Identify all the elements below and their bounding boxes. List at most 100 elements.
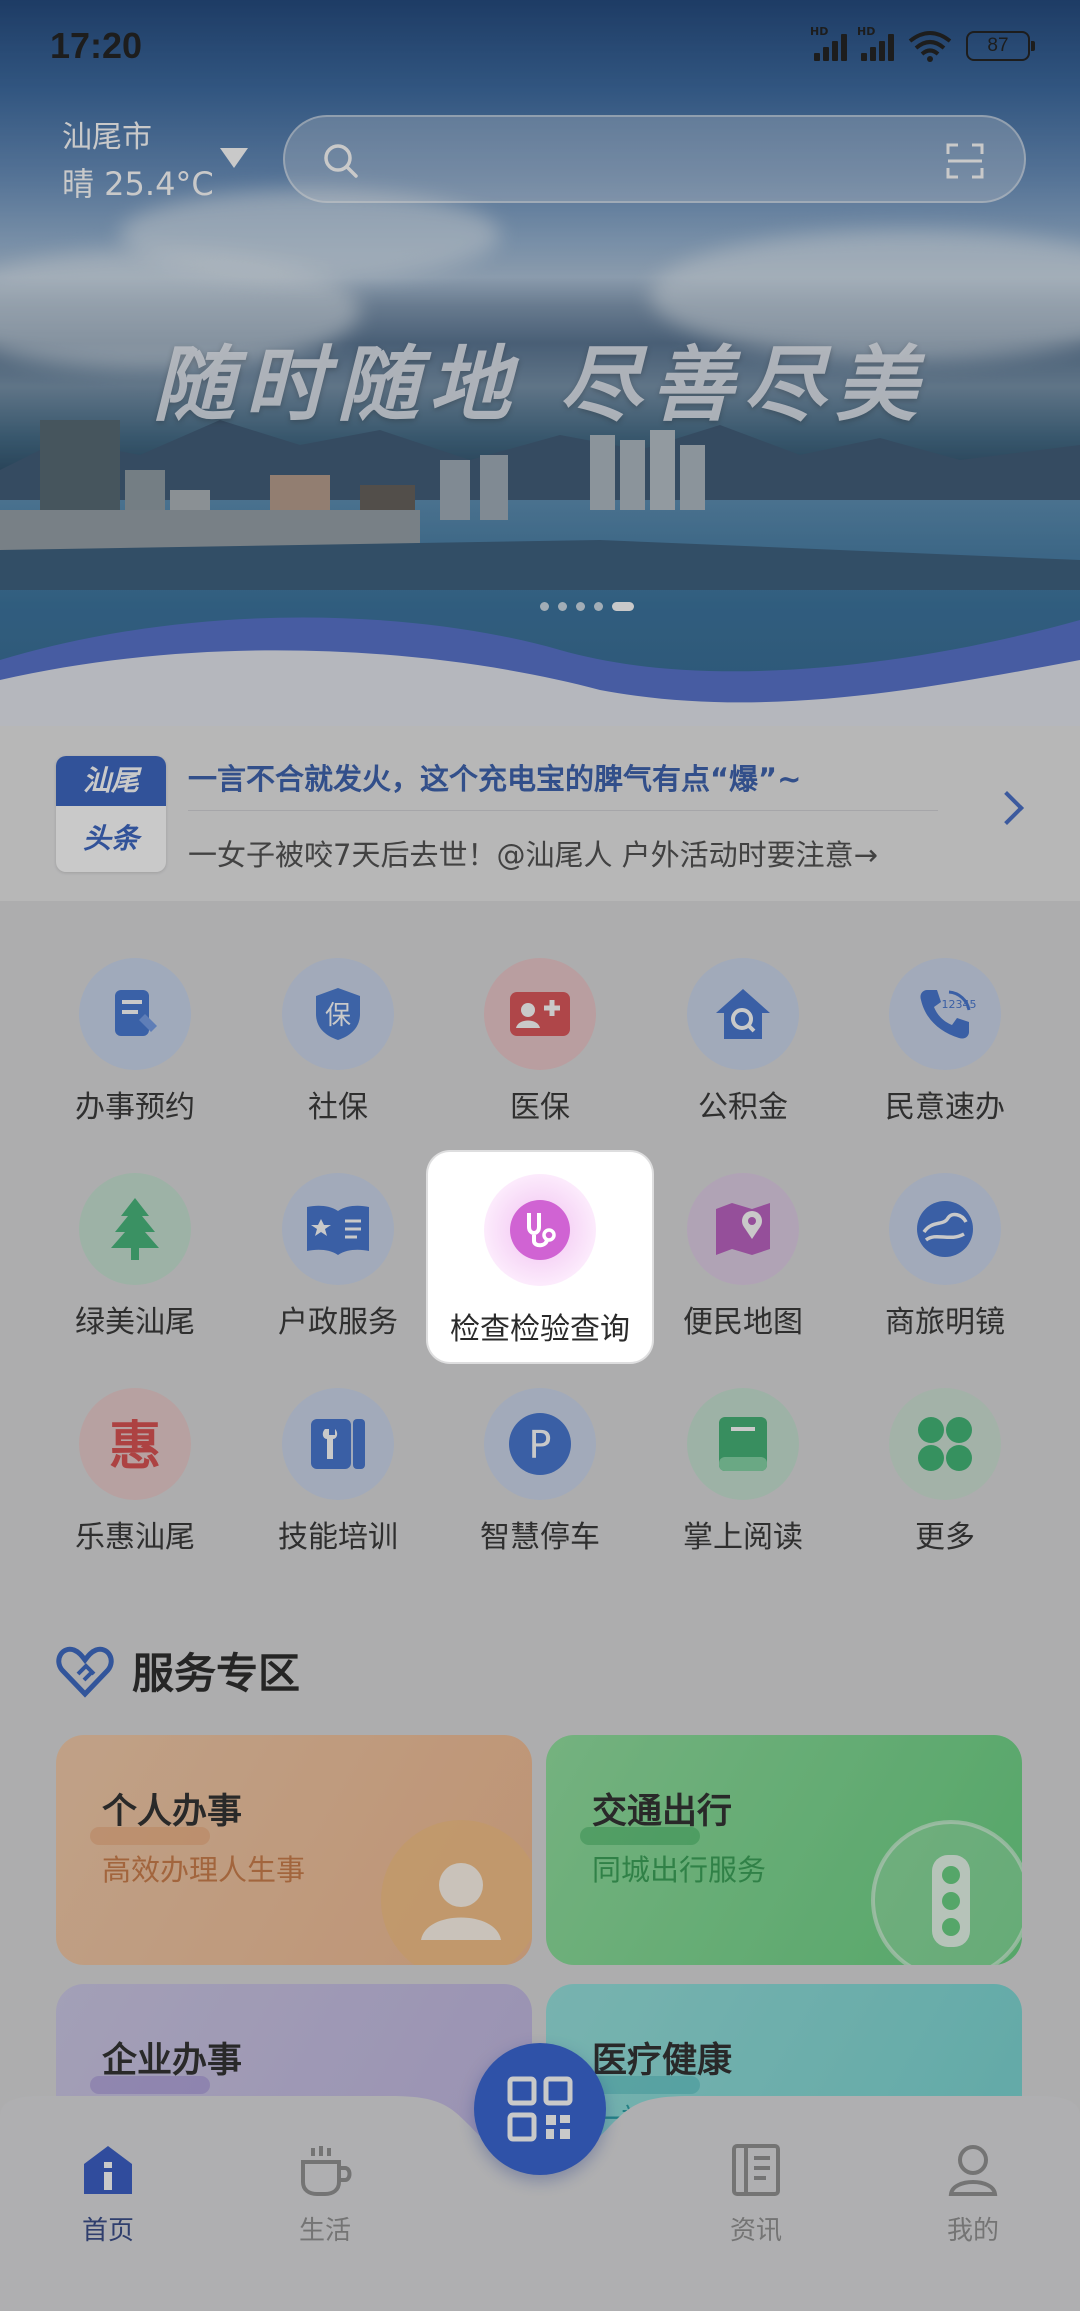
card-subtitle: 高效办理人生事 <box>102 1853 306 1887</box>
qr-code-icon <box>507 2076 573 2142</box>
house-search-icon <box>687 958 799 1070</box>
nav-label: 生活 <box>298 2216 351 2246</box>
signal-icon: HD <box>857 25 894 61</box>
service-item[interactable]: 户政服务 <box>248 1125 428 1340</box>
phone-12345-icon: 12345 <box>889 958 1001 1070</box>
home-icon <box>84 2146 132 2194</box>
card-personal[interactable]: 个人办事 高效办理人生事 <box>56 1735 532 1965</box>
service-item[interactable]: 掌上阅读 <box>653 1340 833 1555</box>
service-label: 智慧停车 <box>480 1520 600 1555</box>
svg-text:惠: 惠 <box>109 1417 161 1476</box>
status-bar: 17:20 HD HD 87 <box>0 0 1080 92</box>
chevron-down-icon[interactable] <box>220 148 248 168</box>
service-label: 绿美汕尾 <box>75 1305 195 1340</box>
service-item[interactable]: 便民地图 <box>653 1125 833 1340</box>
news-ticker[interactable]: 汕尾 头条 一言不合就发火，这个充电宝的脾气有点“爆”~ 一女子被咬7天后去世！… <box>0 726 1080 901</box>
service-label: 商旅明镜 <box>885 1305 1005 1340</box>
page-dot <box>558 602 567 611</box>
nav-label: 首页 <box>81 2216 134 2246</box>
service-label: 掌上阅读 <box>683 1520 803 1555</box>
form-pen-icon <box>79 958 191 1070</box>
map-pin-icon <box>687 1173 799 1285</box>
network-label: HD <box>810 25 829 38</box>
weather-text: 晴 25.4°C <box>62 165 214 203</box>
app-screen: 随时随地 尽善尽美 17:20 HD HD 87 汕尾市 晴 25.4°C 汕尾… <box>0 0 1080 2311</box>
service-item[interactable]: 商旅明镜 <box>855 1125 1035 1340</box>
shield-bao-icon: 保 <box>282 958 394 1070</box>
card-title: 企业办事 <box>102 2041 243 2081</box>
qr-code-button[interactable] <box>474 2043 606 2175</box>
news-headline[interactable]: 一言不合就发火，这个充电宝的脾气有点“爆”~ <box>188 756 801 798</box>
scan-icon[interactable] <box>946 142 984 180</box>
service-item[interactable]: 公积金 <box>653 910 833 1125</box>
svg-text:P: P <box>529 1423 552 1467</box>
nav-news[interactable]: 资讯 <box>696 2142 816 2247</box>
logo-top-text: 汕尾 <box>56 756 166 806</box>
page-dot <box>576 602 585 611</box>
id-book-icon <box>282 1173 394 1285</box>
svg-text:保: 保 <box>325 1001 351 1031</box>
medical-card-icon <box>484 958 596 1070</box>
service-item[interactable]: 办事预约 <box>45 910 225 1125</box>
service-item[interactable]: 惠 乐惠汕尾 <box>45 1340 225 1555</box>
service-item[interactable]: 绿美汕尾 <box>45 1125 225 1340</box>
service-label: 便民地图 <box>683 1305 803 1340</box>
service-item[interactable]: 医保 <box>450 910 630 1125</box>
signal-icon: HD <box>810 25 847 61</box>
parking-icon: P <box>484 1388 596 1500</box>
service-item[interactable]: 保 社保 <box>248 910 428 1125</box>
banner-slogan: 随时随地 尽善尽美 <box>152 337 928 433</box>
tree-icon <box>79 1173 191 1285</box>
hero-banner[interactable]: 随时随地 尽善尽美 <box>0 0 1080 730</box>
service-item[interactable]: 技能培训 <box>248 1340 428 1555</box>
card-title: 交通出行 <box>592 1792 733 1832</box>
clover-icon <box>889 1388 1001 1500</box>
service-label: 办事预约 <box>75 1090 195 1125</box>
traffic-light-icon <box>871 1820 1022 1965</box>
service-label: 公积金 <box>698 1090 788 1125</box>
heart-hand-icon <box>56 1646 114 1698</box>
service-label: 乐惠汕尾 <box>75 1520 195 1555</box>
news-subline[interactable]: 一女子被咬7天后去世！@汕尾人 户外活动时要注意→ <box>188 832 878 874</box>
logo-bottom-text: 头条 <box>82 822 139 855</box>
city-name: 汕尾市 <box>62 120 152 155</box>
battery-indicator: 87 <box>966 31 1035 61</box>
nav-label: 我的 <box>946 2216 999 2246</box>
chevron-right-icon[interactable] <box>990 791 1024 825</box>
service-item[interactable]: P 智慧停车 <box>450 1340 630 1555</box>
service-label: 检查检验查询 <box>450 1312 630 1347</box>
location-weather[interactable]: 汕尾市 晴 25.4°C <box>62 118 248 206</box>
section-title: 服务专区 <box>132 1649 301 1698</box>
card-subtitle: 同城出行服务 <box>592 1853 767 1887</box>
wave-decor <box>0 617 1080 730</box>
card-title: 医疗健康 <box>592 2041 733 2081</box>
card-traffic[interactable]: 交通出行 同城出行服务 <box>546 1735 1022 1965</box>
hui-icon: 惠 <box>79 1388 191 1500</box>
service-item[interactable]: 12345 民意速办 <box>855 910 1035 1125</box>
user-icon <box>948 2145 998 2196</box>
page-dot <box>594 602 603 611</box>
person-icon <box>381 1820 532 1965</box>
book-icon <box>687 1388 799 1500</box>
spotlight-cell[interactable]: 检查检验查询 <box>428 1152 652 1362</box>
search-icon <box>324 144 358 178</box>
network-label: HD <box>857 25 876 38</box>
wifi-icon <box>908 31 952 62</box>
service-zone-header: 服务专区 <box>56 1640 300 1701</box>
coffee-cup-icon <box>301 2146 352 2196</box>
card-title: 个人办事 <box>102 1792 243 1832</box>
wrench-book-icon <box>282 1388 394 1500</box>
stethoscope-icon <box>484 1174 596 1286</box>
search-bar[interactable] <box>283 115 1026 203</box>
clock: 17:20 <box>50 25 143 66</box>
nav-mine[interactable]: 我的 <box>913 2142 1033 2247</box>
service-label: 更多 <box>915 1520 975 1555</box>
service-label: 社保 <box>308 1090 368 1125</box>
nav-life[interactable]: 生活 <box>265 2142 385 2247</box>
nav-home[interactable]: 首页 <box>48 2142 168 2247</box>
divider <box>188 810 938 811</box>
service-label: 民意速办 <box>885 1090 1005 1125</box>
page-dot <box>540 602 549 611</box>
service-item[interactable]: 更多 <box>855 1340 1035 1555</box>
globe-icon <box>889 1173 1001 1285</box>
